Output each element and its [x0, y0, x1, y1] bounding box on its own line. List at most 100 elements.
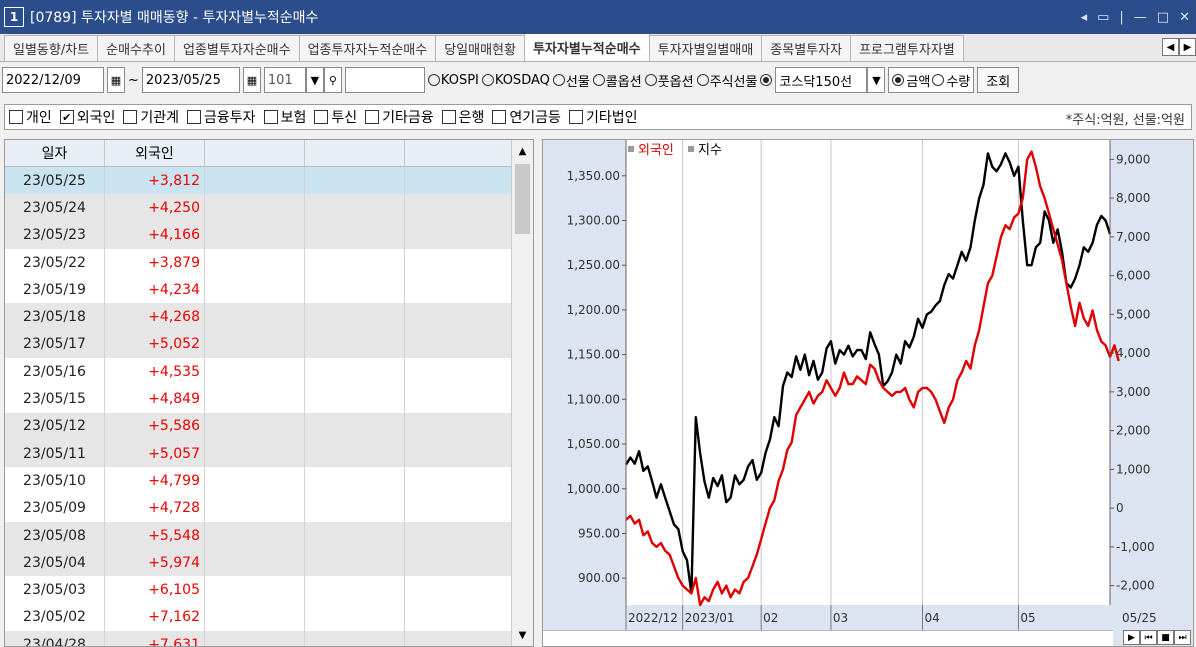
cell-date: 23/05/23: [5, 221, 105, 249]
tab-program-investor[interactable]: 프로그램투자자별: [850, 35, 964, 61]
jump-end-icon[interactable]: ⏭: [1174, 630, 1191, 645]
table-row[interactable]: 23/05/04 +5,974: [5, 549, 511, 577]
close-icon[interactable]: ✕: [1179, 10, 1190, 25]
checkbox-investment-trust[interactable]: 투신: [314, 107, 357, 127]
checkbox-insurance[interactable]: 보험: [263, 107, 306, 127]
left-axis-tick-label: 1,300.00: [567, 213, 620, 227]
cell-empty: [305, 330, 405, 359]
calendar-icon[interactable]: ▦: [242, 67, 261, 93]
table-row[interactable]: 23/05/12 +5,586: [5, 412, 511, 440]
x-axis-last-date-label: 05/25: [1122, 611, 1157, 625]
table-row[interactable]: 23/05/24 +4,250: [5, 194, 511, 222]
column-header-foreigner[interactable]: 외국인: [105, 140, 205, 166]
checkbox-foreigner[interactable]: ✔ 외국인: [59, 107, 115, 127]
vertical-scrollbar[interactable]: ▲ ▼: [511, 140, 533, 646]
radio-circle-icon: [427, 74, 440, 86]
scroll-down-icon[interactable]: ▼: [512, 624, 533, 646]
table-row[interactable]: 23/05/03 +6,105: [5, 576, 511, 604]
checkbox-bank[interactable]: 은행: [441, 107, 484, 127]
dropdown-arrow-icon[interactable]: ▼: [305, 67, 324, 93]
cell-empty: [305, 167, 405, 195]
cell-foreigner-value: +3,879: [105, 248, 205, 277]
cell-empty: [205, 631, 305, 646]
checkbox-financial-investment[interactable]: 금융투자: [187, 107, 256, 127]
table-row[interactable]: 23/05/02 +7,162: [5, 603, 511, 632]
tab-investor-daily[interactable]: 투자자별일별매매: [648, 35, 763, 61]
code-input[interactable]: 101: [263, 67, 306, 93]
checkbox-institution[interactable]: 기관계: [123, 107, 179, 127]
tab-scroll-left-icon[interactable]: ◀: [1162, 38, 1179, 56]
radio-stock-futures[interactable]: 주식선물: [696, 71, 757, 90]
table-row[interactable]: 23/05/22 +3,879: [5, 248, 511, 277]
radio-circle-icon: [552, 74, 565, 86]
checkbox-pension[interactable]: 연기금등: [492, 107, 561, 127]
tab-scroll-right-icon[interactable]: ▶: [1179, 38, 1196, 56]
scroll-thumb[interactable]: [515, 164, 530, 234]
toolbar: 2022/12/09 ▦ ~ 2023/05/25 ▦ 101 ▼ ⚲ KOSP…: [0, 62, 1196, 98]
maximize-icon[interactable]: □: [1157, 10, 1169, 25]
minimize-icon[interactable]: —: [1134, 10, 1147, 25]
table-row[interactable]: 23/05/09 +4,728: [5, 494, 511, 522]
scroll-up-icon[interactable]: ▲: [512, 140, 533, 162]
cell-empty: [405, 249, 511, 276]
calendar-icon[interactable]: ▦: [107, 67, 125, 93]
radio-index-selected-icon[interactable]: [760, 74, 773, 86]
search-field[interactable]: [344, 67, 425, 93]
table-row[interactable]: 23/05/10 +4,799: [5, 467, 511, 495]
checkbox-individual[interactable]: 개인: [9, 107, 52, 127]
stop-icon[interactable]: ■: [1157, 630, 1174, 645]
table-row[interactable]: 23/05/08 +5,548: [5, 521, 511, 550]
radio-kospi[interactable]: KOSPI: [427, 73, 479, 88]
window-controls: ◂ ▭ | — □ ✕: [1081, 0, 1190, 34]
checkbox-other-corp[interactable]: 기타법인: [568, 107, 637, 127]
column-header-date[interactable]: 일자: [5, 140, 105, 166]
table-row[interactable]: 23/05/11 +5,057: [5, 439, 511, 468]
table-row[interactable]: 23/05/18 +4,268: [5, 303, 511, 331]
right-axis-tick-label: 4,000: [1116, 346, 1150, 360]
cell-empty: [405, 194, 511, 221]
link-arrow-icon[interactable]: ◂: [1081, 10, 1088, 25]
query-button[interactable]: 조회: [977, 67, 1020, 93]
screen-icon[interactable]: ▭: [1097, 10, 1109, 25]
dropdown-arrow-icon[interactable]: ▼: [867, 67, 886, 93]
cell-foreigner-value: +5,052: [105, 330, 205, 359]
jump-start-icon[interactable]: ⏮: [1140, 630, 1157, 645]
table-row[interactable]: 23/04/28 +7,631: [5, 631, 511, 646]
scroll-right-icon[interactable]: ▶: [1123, 630, 1140, 645]
title-bar[interactable]: 1 [0789] 투자자별 매매동향 - 투자자별누적순매수 ◂ ▭ | — □…: [0, 0, 1196, 34]
table-row[interactable]: 23/05/17 +5,052: [5, 330, 511, 359]
tab-net-buy-trend[interactable]: 순매수추이: [97, 35, 175, 61]
start-date-input[interactable]: 2022/12/09: [2, 67, 104, 93]
column-header-empty: [405, 140, 511, 166]
table-row[interactable]: 23/05/15 +4,849: [5, 385, 511, 413]
checkbox-other-finance[interactable]: 기타금융: [365, 107, 434, 127]
quantity-label: 수량: [946, 74, 971, 90]
radio-put-option[interactable]: 풋옵션: [644, 71, 694, 90]
horizontal-scrollbar[interactable]: [543, 630, 1113, 646]
table-row[interactable]: 23/05/23 +4,166: [5, 221, 511, 249]
tab-stock-investor[interactable]: 종목별투자자: [761, 35, 852, 61]
index-select[interactable]: 코스닥150선: [775, 67, 868, 93]
end-date-input[interactable]: 2023/05/25: [141, 67, 240, 93]
table-row[interactable]: 23/05/19 +4,234: [5, 276, 511, 304]
tab-daily-chart[interactable]: 일별동향/차트: [4, 35, 99, 61]
radio-call-option[interactable]: 콜옵션: [592, 71, 642, 90]
radio-amount-icon[interactable]: [892, 74, 905, 86]
cell-foreigner-value: +5,586: [105, 412, 205, 440]
right-axis-tick-label: -1,000: [1116, 540, 1155, 554]
radio-futures[interactable]: 선물: [552, 71, 590, 90]
tab-investor-cumulative[interactable]: 투자자별누적순매수: [523, 34, 650, 61]
cell-foreigner-value: +6,105: [105, 576, 205, 604]
tab-sector-investor-net-buy[interactable]: 업종별투자자순매수: [173, 35, 300, 61]
right-axis-tick-label: 8,000: [1116, 191, 1150, 205]
cell-empty: [205, 494, 305, 522]
radio-quantity-icon[interactable]: [932, 74, 945, 86]
search-icon[interactable]: ⚲: [323, 67, 342, 93]
tab-sector-investor-cumulative[interactable]: 업종투자자누적순매수: [298, 35, 437, 61]
right-axis-tick-label: 0: [1116, 501, 1124, 515]
tab-today-trading[interactable]: 당일매매현황: [435, 35, 525, 61]
table-row[interactable]: 23/05/16 +4,535: [5, 358, 511, 386]
table-row[interactable]: 23/05/25 +3,812: [5, 167, 511, 195]
cell-empty: [205, 603, 305, 632]
radio-kosdaq[interactable]: KOSDAQ: [481, 73, 550, 88]
